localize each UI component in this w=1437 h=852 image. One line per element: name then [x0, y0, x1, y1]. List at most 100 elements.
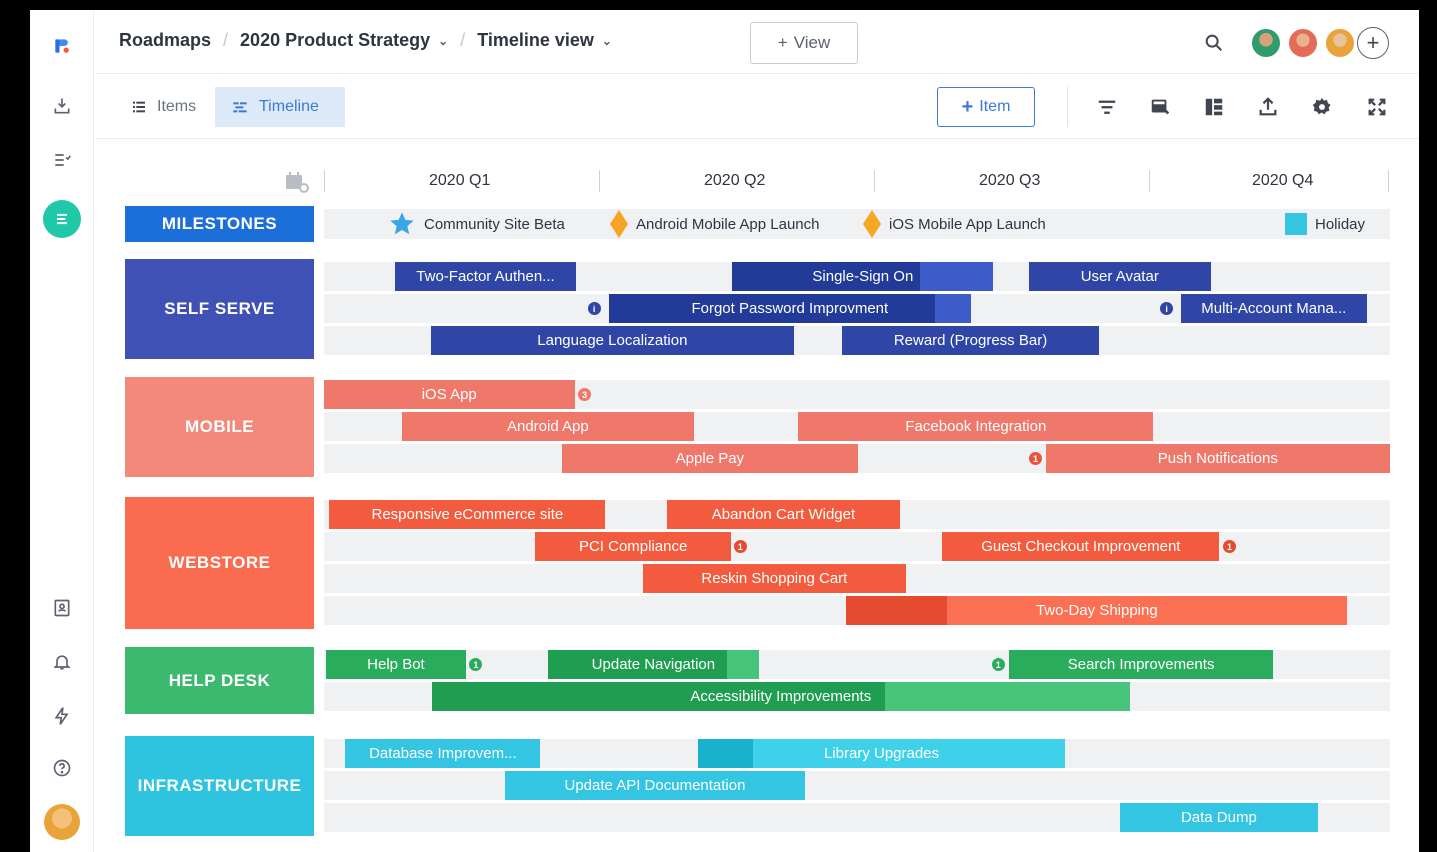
filter-icon[interactable]	[1095, 95, 1119, 119]
fullscreen-icon[interactable]	[1365, 95, 1389, 119]
roadmunk-logo[interactable]	[48, 32, 76, 60]
left-nav-rail	[30, 10, 94, 852]
bar-label: Two-Day Shipping	[1035, 602, 1158, 619]
timeline-bar[interactable]: Update API Documentation	[505, 771, 805, 800]
timeline-bar[interactable]: Multi-Account Mana...	[1181, 294, 1367, 323]
add-view-label: View	[793, 33, 831, 52]
timeline-bar[interactable]: Guest Checkout Improvement	[942, 532, 1220, 561]
timeline-bar[interactable]: Apple Pay	[561, 444, 859, 473]
group-label[interactable]: WEBSTORE	[125, 497, 314, 629]
bell-icon[interactable]	[48, 648, 76, 676]
dependency-badge-icon[interactable]: 3	[578, 388, 592, 401]
dependency-badge-icon[interactable]: 1	[733, 540, 747, 553]
timeline-bar[interactable]: Android App	[401, 412, 694, 441]
breadcrumb-view[interactable]: Timeline view	[477, 30, 594, 51]
tab-timeline[interactable]: Timeline	[215, 87, 345, 127]
timeline-bar[interactable]: Update Navigation	[547, 650, 759, 679]
dependency-badge-icon[interactable]: 1	[991, 658, 1005, 671]
export-icon[interactable]	[1256, 95, 1280, 119]
timeline-bar[interactable]: Reskin Shopping Cart	[642, 564, 907, 593]
breadcrumb-roadmaps[interactable]: Roadmaps	[119, 30, 211, 51]
roadmaps-icon[interactable]	[43, 200, 81, 238]
calendar-settings-icon[interactable]	[284, 170, 310, 194]
chevron-down-icon[interactable]: ⌄	[438, 34, 448, 48]
timeline-bar[interactable]: Search Improvements	[1009, 650, 1273, 679]
collaborator-avatar[interactable]	[1287, 27, 1319, 59]
settings-gear-icon[interactable]	[1310, 95, 1334, 119]
collaborator-avatar[interactable]	[1250, 27, 1282, 59]
group-label[interactable]: HELP DESK	[125, 647, 314, 714]
timeline-bar[interactable]: Database Improvem...	[345, 739, 541, 768]
bar-label: Facebook Integration	[905, 418, 1047, 435]
tab-items[interactable]: Items	[115, 87, 212, 127]
bar-label: Data Dump	[1180, 809, 1257, 826]
help-icon[interactable]	[48, 754, 76, 782]
star-icon	[390, 212, 414, 235]
dependency-badge-icon[interactable]: 1	[1029, 452, 1043, 465]
group-label[interactable]: INFRASTRUCTURE	[125, 736, 314, 836]
timeline-bar[interactable]: Abandon Cart Widget	[667, 500, 900, 529]
dependency-badge-icon[interactable]: i	[587, 302, 601, 315]
collaborator-avatar[interactable]	[1324, 27, 1356, 59]
milestone-holiday[interactable]: Holiday	[1285, 210, 1365, 238]
top-bar: Roadmaps / 2020 Product Strategy ⌄ / Tim…	[95, 10, 1419, 74]
milestone-android-launch[interactable]: Android Mobile App Launch	[610, 210, 819, 238]
bar-label: Two-Factor Authen...	[416, 268, 555, 285]
breadcrumb-separator: /	[460, 30, 466, 50]
list-check-icon[interactable]	[48, 146, 76, 174]
breadcrumb-roadmap[interactable]: 2020 Product Strategy	[240, 30, 430, 51]
contacts-icon[interactable]	[48, 594, 76, 622]
group-label[interactable]: MOBILE	[125, 377, 314, 477]
bar-label: Accessibility Improvements	[690, 688, 872, 705]
swimlane-row	[324, 771, 1390, 800]
timeline-bar[interactable]: Responsive eCommerce site	[329, 500, 606, 529]
format-icon[interactable]	[1148, 95, 1172, 119]
timeline-bar[interactable]: User Avatar	[1028, 262, 1211, 291]
timeline-bar[interactable]: Forgot Password Improvment	[608, 294, 972, 323]
timeline-bar[interactable]: PCI Compliance	[535, 532, 732, 561]
holiday-square-icon	[1285, 213, 1307, 235]
timeline-bar[interactable]: Two-Day Shipping	[846, 596, 1348, 625]
bar-label: Responsive eCommerce site	[371, 506, 564, 523]
timeline-bar[interactable]: Library Upgrades	[698, 739, 1065, 768]
quarter-label: 2020 Q3	[979, 172, 1041, 189]
milestone-community-site-beta[interactable]: Community Site Beta	[388, 210, 565, 238]
quarter-divider	[874, 170, 875, 192]
search-icon[interactable]	[1203, 32, 1225, 54]
bar-label: Language Localization	[537, 332, 688, 349]
timeline-bar[interactable]: iOS App	[324, 380, 575, 409]
bar-label: Android App	[506, 418, 589, 435]
timeline-bar[interactable]: Push Notifications	[1045, 444, 1390, 473]
chevron-down-icon[interactable]: ⌄	[602, 34, 612, 48]
bar-label: Search Improvements	[1067, 656, 1215, 673]
timeline-bar[interactable]: Language Localization	[430, 326, 795, 355]
timeline-bar[interactable]: Two-Factor Authen...	[395, 262, 576, 291]
view-toolbar: Items Timeline + Item	[95, 75, 1419, 139]
bar-label: Help Bot	[367, 656, 425, 673]
dependency-badge-icon[interactable]: 1	[1223, 540, 1237, 553]
timeline-bar[interactable]: Facebook Integration	[798, 412, 1154, 441]
breadcrumb-separator: /	[223, 30, 229, 50]
bar-label: Library Upgrades	[823, 745, 940, 762]
quarter-label: 2020 Q1	[429, 172, 491, 189]
user-avatar[interactable]	[44, 804, 80, 840]
bar-label: Forgot Password Improvment	[691, 300, 889, 317]
timeline-bar[interactable]: Accessibility Improvements	[431, 682, 1130, 711]
timeline-bar[interactable]: Data Dump	[1120, 803, 1318, 832]
bar-label: Guest Checkout Improvement	[981, 538, 1181, 555]
import-icon[interactable]	[48, 92, 76, 120]
lightning-icon[interactable]	[48, 702, 76, 730]
add-collaborator-button[interactable]: +	[1357, 27, 1389, 59]
bar-label: Database Improvem...	[369, 745, 517, 762]
milestones-group-label[interactable]: MILESTONES	[125, 206, 314, 242]
timeline-icon	[233, 102, 247, 113]
timeline-bar[interactable]: Reward (Progress Bar)	[842, 326, 1099, 355]
add-item-button[interactable]: + Item	[937, 87, 1035, 127]
bar-label: Update Navigation	[591, 656, 716, 673]
add-view-button[interactable]: + View	[750, 22, 858, 64]
timeline-bar[interactable]: Help Bot	[326, 650, 466, 679]
group-label[interactable]: SELF SERVE	[125, 259, 314, 359]
milestone-ios-launch[interactable]: iOS Mobile App Launch	[863, 210, 1046, 238]
layout-icon[interactable]	[1202, 95, 1226, 119]
timeline-bar[interactable]: Single-Sign On	[732, 262, 994, 291]
